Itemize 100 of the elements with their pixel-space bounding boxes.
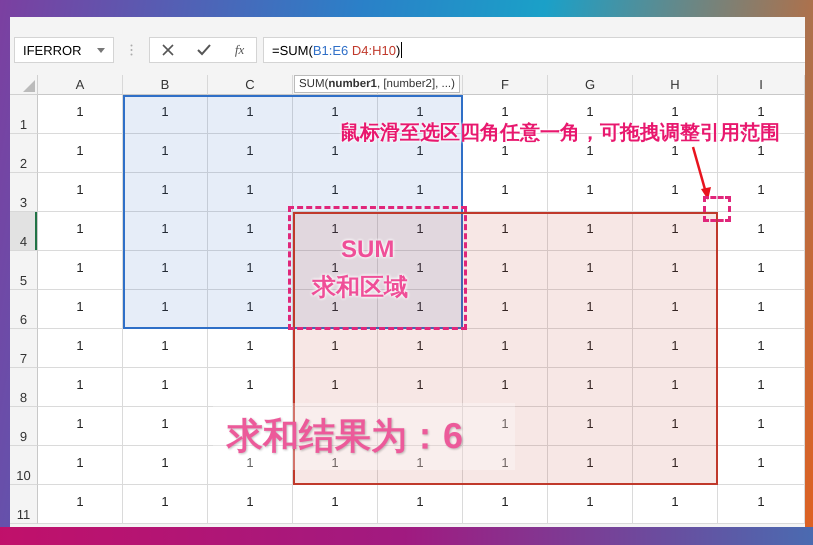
table-cell: 1 bbox=[38, 251, 123, 290]
table-cell: 1 bbox=[293, 368, 378, 407]
table-cell: 1 bbox=[208, 485, 293, 524]
table-cell: 1 bbox=[463, 407, 548, 446]
table-cell: 1 bbox=[123, 212, 208, 251]
table-cell: 1 bbox=[718, 290, 805, 329]
table-cell: 1 bbox=[208, 329, 293, 368]
range-highlight[interactable] bbox=[123, 95, 463, 329]
table-cell: 1 bbox=[463, 212, 548, 251]
table-cell: 1 bbox=[378, 173, 463, 212]
table-cell: 1 bbox=[123, 251, 208, 290]
table-cell: 1 bbox=[123, 368, 208, 407]
table-cell: 1 bbox=[718, 212, 805, 251]
row-header[interactable]: 11 bbox=[10, 485, 38, 524]
table-cell: 1 bbox=[38, 95, 123, 134]
table-cell: 1 bbox=[208, 173, 293, 212]
row-header[interactable]: 7 bbox=[10, 329, 38, 368]
table-cell: 1 bbox=[208, 95, 293, 134]
table-cell: 1 bbox=[208, 212, 293, 251]
dropdown-caret-icon bbox=[97, 48, 105, 52]
table-cell: 1 bbox=[463, 446, 548, 485]
table-cell: 1 bbox=[38, 329, 123, 368]
table-cell: 1 bbox=[123, 485, 208, 524]
row-header[interactable]: 8 bbox=[10, 368, 38, 407]
table-cell: 1 bbox=[463, 173, 548, 212]
table-cell: 1 bbox=[718, 173, 805, 212]
formula-field[interactable]: =SUM(B1:E6 D4:H10) bbox=[263, 37, 805, 63]
pointer-arrow bbox=[691, 145, 713, 201]
table-cell: 1 bbox=[718, 407, 805, 446]
table-cell: 1 bbox=[718, 251, 805, 290]
table-cell: 1 bbox=[38, 173, 123, 212]
column-header[interactable]: A bbox=[38, 75, 123, 95]
table-cell: 1 bbox=[548, 407, 633, 446]
table-cell: 1 bbox=[463, 251, 548, 290]
table-cell: 1 bbox=[633, 446, 718, 485]
table-cell: 1 bbox=[548, 290, 633, 329]
table-cell: 1 bbox=[123, 446, 208, 485]
name-box[interactable]: IFERROR bbox=[14, 37, 114, 63]
table-cell: 1 bbox=[123, 173, 208, 212]
row-header[interactable]: 3 bbox=[10, 173, 38, 212]
table-cell: 1 bbox=[718, 485, 805, 524]
column-header[interactable]: I bbox=[718, 75, 805, 95]
row-header[interactable]: 5 bbox=[10, 251, 38, 290]
column-header[interactable]: G bbox=[548, 75, 633, 95]
row-header[interactable]: 9 bbox=[10, 407, 38, 446]
table-cell: 1 bbox=[293, 329, 378, 368]
column-header[interactable]: C bbox=[208, 75, 293, 95]
table-cell: 1 bbox=[208, 251, 293, 290]
grip-icon bbox=[130, 44, 133, 56]
row-header[interactable]: 1 bbox=[10, 95, 38, 134]
table-cell: 1 bbox=[293, 485, 378, 524]
table-cell: 1 bbox=[463, 290, 548, 329]
insert-function-button[interactable]: fx bbox=[234, 42, 244, 58]
table-cell: 1 bbox=[548, 368, 633, 407]
table-cell: 1 bbox=[123, 329, 208, 368]
table-cell: 1 bbox=[718, 446, 805, 485]
table-cell: 1 bbox=[123, 407, 208, 446]
row-header[interactable]: 6 bbox=[10, 290, 38, 329]
table-cell: 1 bbox=[633, 368, 718, 407]
table-cell: 1 bbox=[38, 407, 123, 446]
table-cell: 1 bbox=[123, 290, 208, 329]
column-header[interactable]: B bbox=[123, 75, 208, 95]
table-cell: 1 bbox=[548, 212, 633, 251]
table-cell: 1 bbox=[548, 446, 633, 485]
table-cell: 1 bbox=[378, 368, 463, 407]
table-cell: 1 bbox=[38, 446, 123, 485]
table-cell: 1 bbox=[463, 485, 548, 524]
column-header[interactable]: H bbox=[633, 75, 718, 95]
table-cell: 1 bbox=[548, 329, 633, 368]
table-cell: 1 bbox=[463, 368, 548, 407]
table-cell: 1 bbox=[38, 290, 123, 329]
table-cell: 1 bbox=[633, 329, 718, 368]
column-header[interactable]: F bbox=[463, 75, 548, 95]
table-cell: 1 bbox=[208, 368, 293, 407]
table-cell: 1 bbox=[633, 290, 718, 329]
table-cell: 1 bbox=[633, 407, 718, 446]
table-cell: 1 bbox=[38, 368, 123, 407]
table-cell: 1 bbox=[378, 329, 463, 368]
cancel-icon[interactable] bbox=[162, 44, 174, 56]
corner-handle-highlight bbox=[703, 196, 731, 222]
table-cell: 1 bbox=[293, 173, 378, 212]
row-header[interactable]: 4 bbox=[10, 212, 38, 251]
table-cell: 1 bbox=[208, 134, 293, 173]
table-cell: 1 bbox=[548, 485, 633, 524]
function-tooltip: SUM(number1, [number2], ...) bbox=[294, 75, 460, 93]
table-cell: 1 bbox=[123, 134, 208, 173]
table-cell: 1 bbox=[378, 485, 463, 524]
table-cell: 1 bbox=[718, 368, 805, 407]
table-cell: 1 bbox=[38, 134, 123, 173]
table-cell: 1 bbox=[633, 212, 718, 251]
check-icon[interactable] bbox=[197, 44, 212, 56]
table-cell: 1 bbox=[633, 251, 718, 290]
row-header[interactable]: 10 bbox=[10, 446, 38, 485]
table-cell: 1 bbox=[123, 95, 208, 134]
annotation-label: SUM bbox=[341, 238, 394, 262]
table-cell: 1 bbox=[208, 290, 293, 329]
table-cell: 1 bbox=[548, 173, 633, 212]
row-header[interactable]: 2 bbox=[10, 134, 38, 173]
table-cell: 1 bbox=[718, 329, 805, 368]
table-cell: 1 bbox=[38, 212, 123, 251]
